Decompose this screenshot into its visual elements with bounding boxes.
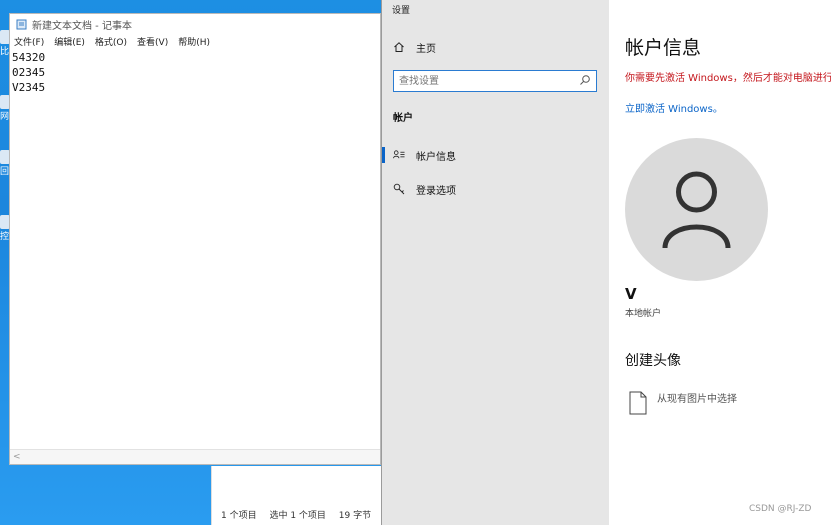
notepad-icon xyxy=(16,19,27,29)
status-size: 19 字节 xyxy=(338,511,372,521)
avatar xyxy=(625,138,768,281)
text-line: 54320 xyxy=(12,51,46,64)
browse-picture-button[interactable]: 从现有图片中选择 xyxy=(657,390,737,405)
text-line: V2345 xyxy=(12,81,46,94)
nav-home[interactable]: 主页 xyxy=(382,34,610,60)
menu-format[interactable]: 格式(O) xyxy=(95,35,127,48)
status-item-count: 1 个项目 xyxy=(221,511,257,521)
settings-window-title: 设置 xyxy=(392,6,411,16)
key-icon xyxy=(393,183,405,195)
notepad-window: 新建文本文档 - 记事本 文件(F) 编辑(E) 格式(O) 查看(V) 帮助(… xyxy=(9,13,381,465)
desktop-icon-label: 控 xyxy=(0,232,10,242)
activation-warning: 你需要先激活 Windows，然后才能对电脑进行个 xyxy=(625,73,831,84)
settings-search-box[interactable] xyxy=(393,70,597,92)
create-avatar-heading: 创建头像 xyxy=(625,353,681,369)
settings-content-pane: 帐户信息 你需要先激活 Windows，然后才能对电脑进行个 立即激活 Wind… xyxy=(609,0,831,525)
desktop-icon-label: 比 xyxy=(0,47,10,57)
menu-file[interactable]: 文件(F) xyxy=(14,35,44,48)
watermark: CSDN @RJ-ZD xyxy=(749,504,812,514)
menu-help[interactable]: 帮助(H) xyxy=(178,35,210,48)
nav-item-label: 登录选项 xyxy=(416,185,456,197)
status-selected-count: 选中 1 个项目 xyxy=(269,511,326,521)
menu-view[interactable]: 查看(V) xyxy=(137,35,168,48)
user-icon xyxy=(662,171,731,249)
notepad-title-bar[interactable]: 新建文本文档 - 记事本 xyxy=(10,14,380,34)
notepad-title: 新建文本文档 - 记事本 xyxy=(32,20,132,32)
person-list-icon xyxy=(393,149,405,161)
page-title: 帐户信息 xyxy=(625,37,702,59)
home-icon xyxy=(393,41,405,53)
explorer-status-bar: 1 个项目 选中 1 个项目 19 字节 xyxy=(221,508,381,521)
activate-windows-link[interactable]: 立即激活 Windows。 xyxy=(625,100,723,115)
nav-section-title: 帐户 xyxy=(393,113,413,124)
notepad-menu-bar: 文件(F) 编辑(E) 格式(O) 查看(V) 帮助(H) xyxy=(10,34,380,48)
desktop-icon-label: 回 xyxy=(0,167,10,177)
horizontal-scrollbar[interactable]: < xyxy=(10,449,380,464)
desktop-icon-label: 网 xyxy=(0,112,10,122)
search-input[interactable] xyxy=(399,72,569,90)
nav-home-label: 主页 xyxy=(416,43,436,55)
user-name: V xyxy=(625,285,637,303)
nav-item-sign-in-options[interactable]: 登录选项 xyxy=(382,176,610,202)
notepad-text-area[interactable]: 54320 02345 V2345 xyxy=(12,50,378,448)
nav-item-account-info[interactable]: 帐户信息 xyxy=(382,142,610,168)
search-icon[interactable] xyxy=(579,74,591,89)
menu-edit[interactable]: 编辑(E) xyxy=(54,35,85,48)
explorer-window-fragment: 1 个项目 选中 1 个项目 19 字节 xyxy=(211,466,381,525)
browse-file-icon[interactable] xyxy=(629,391,647,418)
text-line: 02345 xyxy=(12,66,46,79)
scroll-left-icon[interactable]: < xyxy=(13,452,21,462)
settings-nav-pane: 设置 主页 帐户 帐户信息 登录选项 xyxy=(381,0,609,525)
nav-item-label: 帐户信息 xyxy=(416,151,456,163)
account-type: 本地帐户 xyxy=(625,309,662,319)
